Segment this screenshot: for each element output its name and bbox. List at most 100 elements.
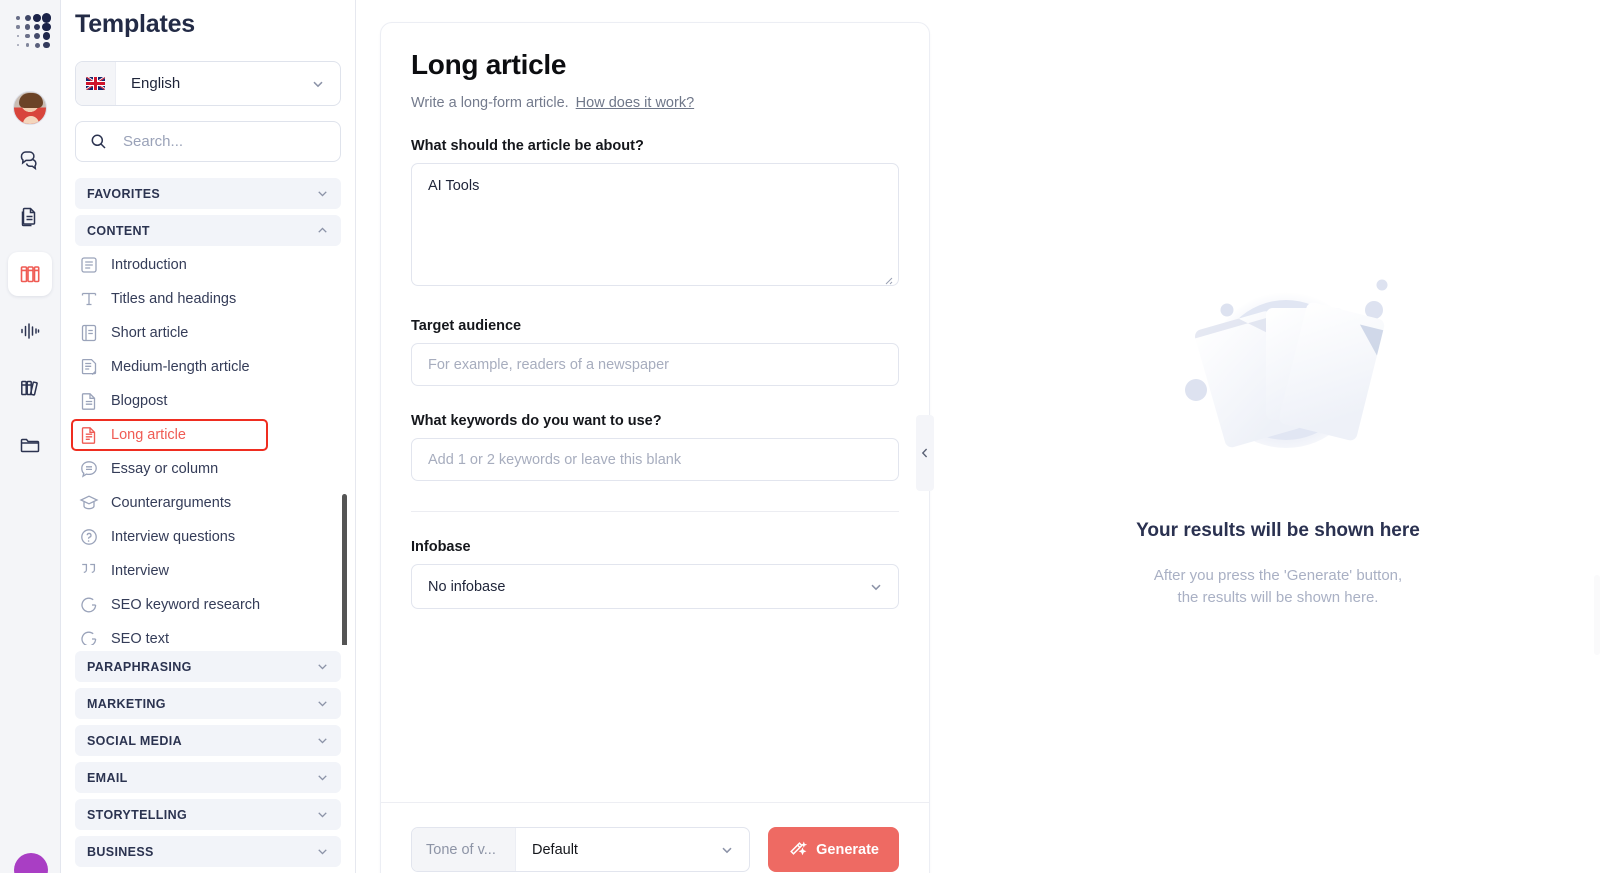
uk-flag-icon xyxy=(76,62,116,105)
chevron-down-icon xyxy=(318,664,327,670)
quote-marks-icon xyxy=(79,561,99,581)
category-social-media[interactable]: SOCIAL MEDIA xyxy=(75,725,341,756)
help-bubble-button[interactable] xyxy=(14,853,48,873)
infobase-value: No infobase xyxy=(428,578,506,595)
template-item-seo-keyword-research[interactable]: SEO keyword research xyxy=(61,588,355,622)
section-divider xyxy=(411,511,899,512)
medium-document-icon xyxy=(79,357,99,377)
results-subtitle-line2: the results will be shown here. xyxy=(1177,589,1379,607)
chevron-down-icon xyxy=(313,81,323,87)
topic-textarea[interactable] xyxy=(411,163,899,286)
audience-input[interactable] xyxy=(411,343,899,386)
form-subtitle-text: Write a long-form article. xyxy=(411,95,569,111)
resize-handle-icon[interactable] xyxy=(881,273,893,285)
list-document-icon xyxy=(79,255,99,275)
template-item-label: Blogpost xyxy=(111,393,168,409)
app-root: Templates English FAVORITES CONTENT Intr… xyxy=(0,0,1600,873)
template-item-label: Introduction xyxy=(111,257,187,273)
audio-waveform-icon[interactable] xyxy=(8,309,52,353)
circle-g-icon xyxy=(79,595,99,615)
category-label: STORYTELLING xyxy=(87,807,188,822)
question-circle-icon xyxy=(79,527,99,547)
page-scrollbar[interactable] xyxy=(1594,575,1600,655)
blogpost-document-icon xyxy=(79,391,99,411)
text-t-icon xyxy=(79,289,99,309)
category-label: SOCIAL MEDIA xyxy=(87,733,182,748)
topic-field-wrap xyxy=(411,163,899,291)
category-label: BUSINESS xyxy=(87,844,154,859)
template-item-counterarguments[interactable]: Counterarguments xyxy=(61,486,355,520)
results-panel: Your results will be shown here After yo… xyxy=(956,0,1600,873)
category-content[interactable]: CONTENT xyxy=(75,215,341,246)
folder-icon[interactable] xyxy=(8,423,52,467)
short-document-icon xyxy=(79,323,99,343)
category-label: EMAIL xyxy=(87,770,128,785)
speech-bubble-icon xyxy=(79,459,99,479)
chevron-down-icon xyxy=(318,849,327,855)
audience-label: Target audience xyxy=(411,318,522,334)
template-item-label: Essay or column xyxy=(111,461,219,477)
category-paraphrasing[interactable]: PARAPHRASING xyxy=(75,651,341,682)
keywords-input[interactable] xyxy=(411,438,899,481)
chevron-up-icon xyxy=(318,227,327,233)
generate-button[interactable]: Generate xyxy=(768,827,899,872)
infobase-icon[interactable] xyxy=(8,366,52,410)
form-subtitle: Write a long-form article. How does it wo… xyxy=(411,95,899,111)
user-avatar[interactable] xyxy=(13,91,47,125)
templates-sidebar: Templates English FAVORITES CONTENT Intr… xyxy=(61,0,356,873)
keywords-label: What keywords do you want to use? xyxy=(411,413,662,429)
language-label: English xyxy=(131,75,181,92)
how-does-it-work-link[interactable]: How does it work? xyxy=(576,95,694,111)
form-title: Long article xyxy=(411,49,567,80)
icon-rail xyxy=(0,0,61,873)
chevron-down-icon xyxy=(318,812,327,818)
template-item-label: Medium-length article xyxy=(111,359,250,375)
chat-icon[interactable] xyxy=(8,138,52,182)
topic-label: What should the article be about? xyxy=(411,138,644,154)
chevron-down-icon xyxy=(318,701,327,707)
collapse-panel-handle[interactable] xyxy=(916,415,934,491)
category-email[interactable]: EMAIL xyxy=(75,762,341,793)
category-favorites[interactable]: FAVORITES xyxy=(75,178,341,209)
chevron-down-icon xyxy=(318,738,327,744)
template-item-blogpost[interactable]: Blogpost xyxy=(61,384,355,418)
template-item-interview-questions[interactable]: Interview questions xyxy=(61,520,355,554)
template-item-label: Interview questions xyxy=(111,529,236,545)
tone-of-voice-select[interactable]: Tone of v... Default xyxy=(411,827,751,872)
chevron-down-icon xyxy=(318,191,327,197)
generate-label: Generate xyxy=(816,841,879,858)
category-marketing[interactable]: MARKETING xyxy=(75,688,341,719)
category-storytelling[interactable]: STORYTELLING xyxy=(75,799,341,830)
empty-state-illustration xyxy=(1138,250,1418,480)
form-scroll-region: Long article Write a long-form article. H… xyxy=(381,23,929,802)
chevron-down-icon xyxy=(722,847,732,853)
template-item-introduction[interactable]: Introduction xyxy=(61,248,355,282)
tone-prefix-label: Tone of v... xyxy=(412,828,516,871)
template-item-essay-or-column[interactable]: Essay or column xyxy=(61,452,355,486)
template-item-medium-length-article[interactable]: Medium-length article xyxy=(61,350,355,384)
category-label: CONTENT xyxy=(87,223,150,238)
template-item-label: Titles and headings xyxy=(111,291,237,307)
template-item-label: Short article xyxy=(111,325,189,341)
category-label: PARAPHRASING xyxy=(87,659,192,674)
app-logo[interactable] xyxy=(10,10,52,50)
search-input[interactable] xyxy=(107,133,340,150)
category-label: MARKETING xyxy=(87,696,166,711)
language-selector[interactable]: English xyxy=(75,61,341,106)
template-item-titles-and-headings[interactable]: Titles and headings xyxy=(61,282,355,316)
chevron-down-icon xyxy=(318,775,327,781)
results-subtitle-line1: After you press the 'Generate' button, xyxy=(1153,567,1403,584)
search-box[interactable] xyxy=(75,121,341,162)
template-item-long-article[interactable]: Long article xyxy=(61,418,355,452)
category-business[interactable]: BUSINESS xyxy=(75,836,341,867)
infobase-select[interactable]: No infobase xyxy=(411,564,899,609)
documents-icon[interactable] xyxy=(8,195,52,239)
templates-icon[interactable] xyxy=(8,252,52,296)
template-item-short-article[interactable]: Short article xyxy=(61,316,355,350)
magic-wand-icon xyxy=(790,841,808,856)
main-area: Long article Write a long-form article. H… xyxy=(356,0,1600,873)
search-icon xyxy=(91,134,106,149)
template-item-interview[interactable]: Interview xyxy=(61,554,355,588)
form-footer: Tone of v... Default Generate xyxy=(381,802,929,873)
template-item-label: Interview xyxy=(111,563,170,579)
